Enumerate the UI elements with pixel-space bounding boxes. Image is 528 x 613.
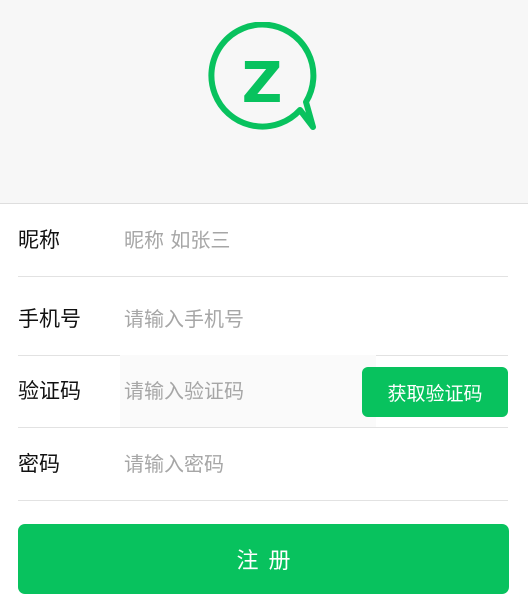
nickname-label: 昵称	[18, 228, 60, 252]
logo-area: Z	[0, 0, 528, 203]
code-label: 验证码	[18, 379, 81, 403]
register-button[interactable]: 注册	[18, 524, 509, 594]
get-code-button[interactable]: 获取验证码	[362, 367, 508, 417]
logo-letter: Z	[242, 51, 283, 116]
register-form: 昵称 手机号 验证码 获取验证码 密码 注册	[0, 203, 528, 613]
z-chat-bubble-icon: Z	[208, 22, 317, 130]
password-input[interactable]	[124, 428, 494, 500]
phone-label: 手机号	[18, 307, 81, 331]
nickname-input[interactable]	[124, 204, 494, 276]
code-input[interactable]	[124, 355, 364, 427]
nickname-row: 昵称	[18, 204, 508, 277]
password-row: 密码	[18, 428, 508, 501]
phone-row: 手机号	[18, 283, 508, 356]
phone-input[interactable]	[124, 283, 494, 355]
code-row: 验证码 获取验证码	[18, 355, 508, 428]
password-label: 密码	[18, 452, 60, 476]
